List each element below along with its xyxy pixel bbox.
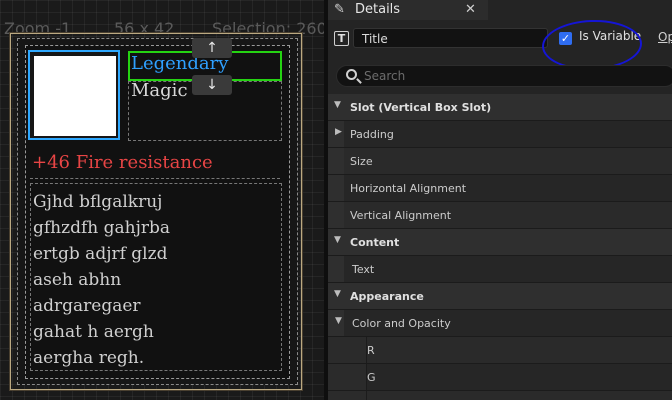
item-description-text[interactable]: Gjhd bflgalkruj gfhzdfh gahjrba ertgb ad…: [33, 189, 170, 371]
category-content-label: Content: [350, 236, 400, 249]
details-panel: ✎ Details ✕ T Title ✓ Is Variable Op Sea…: [328, 0, 672, 400]
property-label-color-and-opacity: Color and Opacity: [352, 317, 451, 330]
options-link[interactable]: Op: [658, 30, 672, 44]
move-down-button[interactable]: ↓: [192, 75, 232, 95]
chevron-down-icon: ▼: [334, 100, 341, 110]
item-subtitle-text[interactable]: Magic: [131, 80, 188, 101]
item-icon-image[interactable]: [34, 56, 116, 136]
property-row-color-and-opacity[interactable]: ▼ Color and Opacity: [328, 310, 672, 337]
details-tab-label: Details: [355, 2, 401, 17]
property-row-horizontal-alignment[interactable]: Horizontal Alignment: [328, 175, 672, 202]
annotation-circle: [541, 18, 643, 72]
item-icon-slot[interactable]: [28, 50, 120, 140]
stat-divider: [30, 178, 280, 179]
property-row-partial[interactable]: [328, 391, 672, 400]
category-appearance[interactable]: ▼ Appearance: [328, 283, 672, 310]
property-row-g[interactable]: G: [328, 364, 672, 391]
is-variable-checkbox[interactable]: ✓: [559, 32, 572, 45]
property-label-g: G: [367, 371, 376, 384]
item-stat-text[interactable]: +46 Fire resistance: [32, 152, 213, 173]
category-slot[interactable]: ▼ Slot (Vertical Box Slot): [328, 94, 672, 121]
property-row-size[interactable]: Size: [328, 148, 672, 175]
chevron-down-icon: ▼: [334, 289, 341, 299]
property-row-padding[interactable]: ▶ Padding: [328, 121, 672, 148]
widget-name-input[interactable]: Title: [353, 28, 548, 48]
category-content[interactable]: ▼ Content: [328, 229, 672, 256]
designer-viewport[interactable]: Zoom -1 56 x 42 Selection: 260 Legendary…: [0, 0, 324, 400]
chevron-down-icon: ▼: [334, 235, 341, 245]
category-appearance-label: Appearance: [350, 290, 424, 303]
property-row-vertical-alignment[interactable]: Vertical Alignment: [328, 202, 672, 229]
is-variable-label[interactable]: Is Variable: [579, 29, 641, 43]
property-row-text[interactable]: Text: [328, 256, 672, 283]
property-label-horizontal-alignment: Horizontal Alignment: [350, 182, 467, 195]
search-icon: [346, 69, 357, 80]
property-label-padding: Padding: [350, 128, 394, 141]
move-up-button[interactable]: ↑: [192, 38, 232, 58]
property-row-r[interactable]: R: [328, 337, 672, 364]
text-widget-icon: T: [334, 31, 349, 46]
search-input[interactable]: Search: [364, 66, 405, 86]
property-label-text: Text: [352, 263, 375, 276]
details-tab[interactable]: ✎ Details ✕: [328, 0, 488, 20]
search-box[interactable]: Search: [336, 65, 672, 87]
chevron-down-icon[interactable]: ▼: [335, 316, 342, 326]
property-label-vertical-alignment: Vertical Alignment: [350, 209, 452, 222]
property-label-size: Size: [350, 155, 373, 168]
category-slot-label: Slot (Vertical Box Slot): [350, 101, 492, 114]
close-icon[interactable]: ✕: [465, 0, 476, 20]
property-label-r: R: [367, 344, 375, 357]
chevron-right-icon[interactable]: ▶: [335, 127, 342, 137]
pencil-icon: ✎: [334, 2, 345, 17]
